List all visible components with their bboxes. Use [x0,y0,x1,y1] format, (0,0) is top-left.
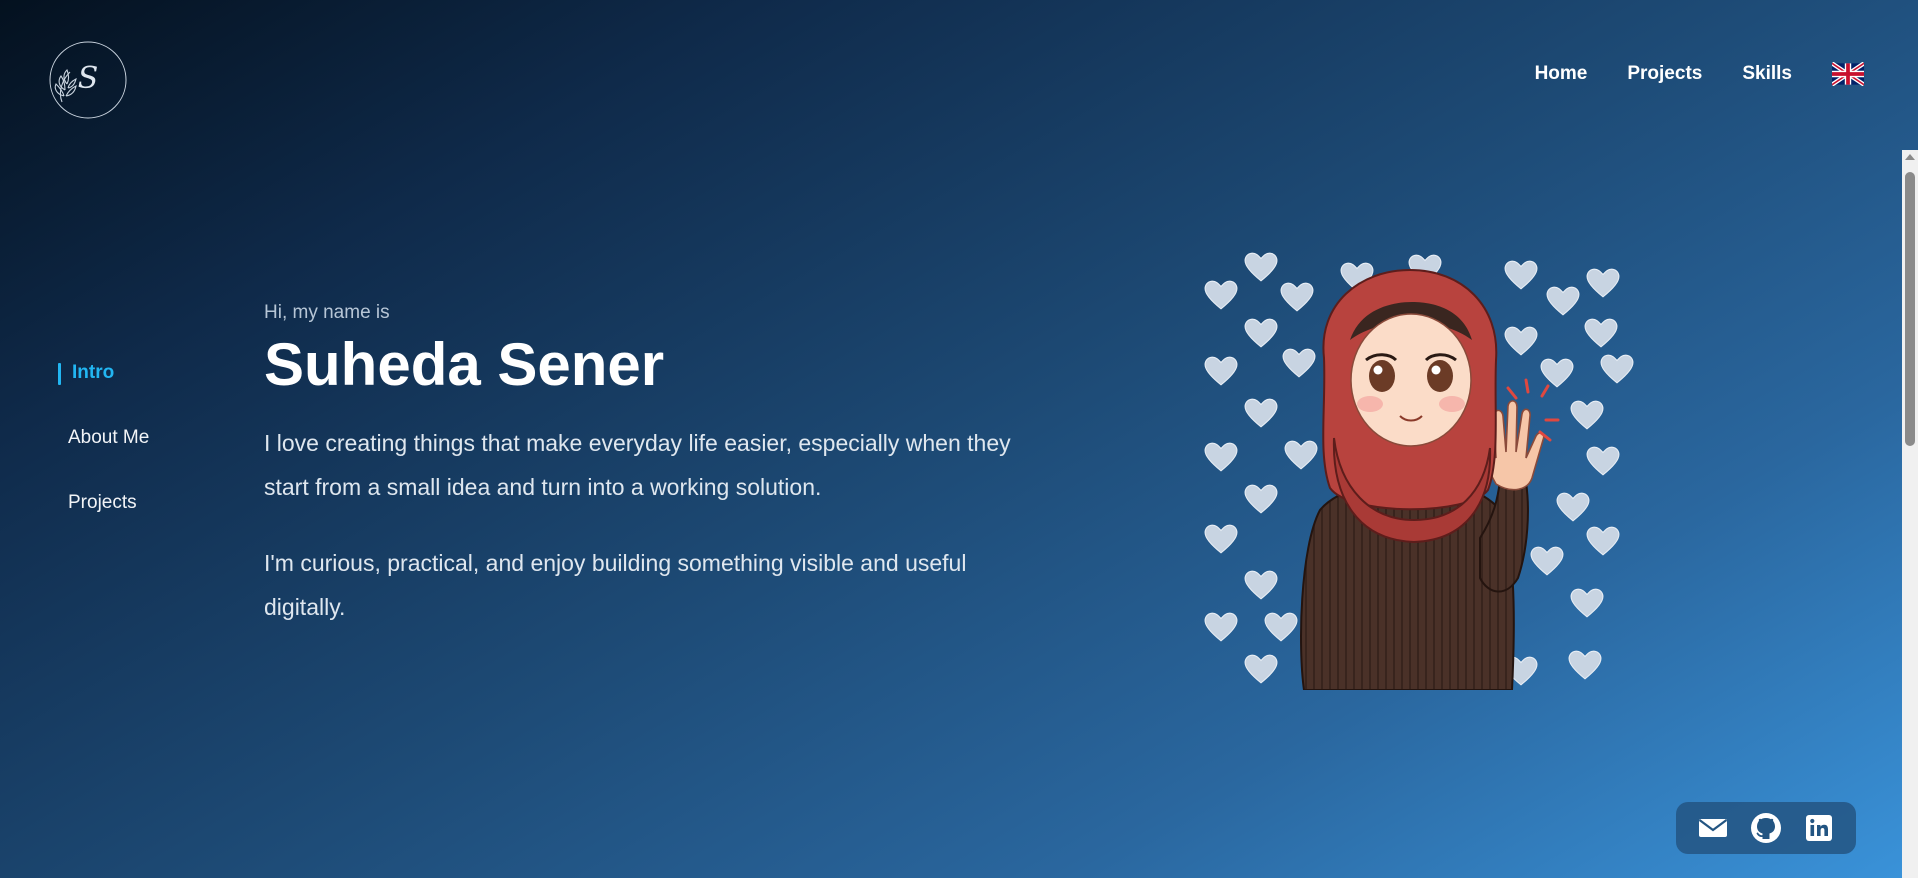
page-scrollbar[interactable] [1902,150,1918,878]
github-icon[interactable] [1750,812,1782,844]
mail-icon[interactable] [1697,812,1729,844]
waving-girl-illustration [1200,248,1636,691]
uk-flag-icon[interactable] [1832,62,1864,86]
linkedin-icon[interactable] [1803,812,1835,844]
side-nav-about-me[interactable]: About Me [58,425,149,450]
top-navigation: Home Projects Skills [1535,62,1864,86]
side-nav-projects[interactable]: Projects [58,490,149,515]
nav-skills-link[interactable]: Skills [1742,63,1792,85]
scroll-up-arrow-icon[interactable] [1905,154,1915,160]
social-links-bar [1676,802,1856,854]
greeting-text: Hi, my name is [264,302,390,323]
intro-section: Hi, my name is Suheda Sener I love creat… [264,302,1024,661]
svg-text:S: S [78,61,99,96]
scrollbar-thumb[interactable] [1905,172,1915,446]
side-nav-intro[interactable]: Intro [58,360,149,385]
site-logo[interactable]: S [44,40,132,120]
hero-name: Suheda Sener [264,331,665,398]
intro-paragraph-2: I'm curious, practical, and enjoy buildi… [264,550,967,620]
nav-home-link[interactable]: Home [1535,63,1588,85]
nav-projects-link[interactable]: Projects [1627,63,1702,85]
intro-paragraph-1: I love creating things that make everyda… [264,430,1011,500]
section-navigation: Intro About Me Projects [58,360,149,515]
